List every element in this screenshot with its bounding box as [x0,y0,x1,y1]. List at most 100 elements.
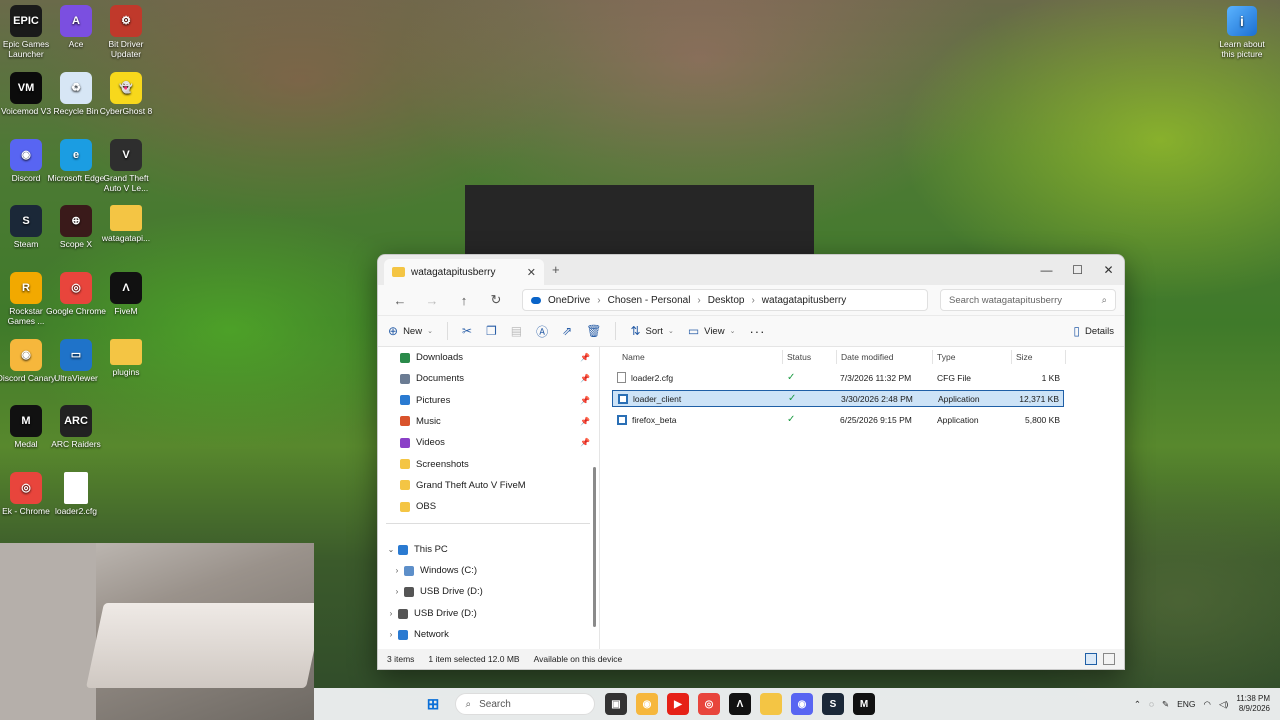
file-explorer-icon[interactable] [760,693,782,715]
nav-item[interactable]: Videos 📌 [378,432,590,453]
clock[interactable]: 11:38 PM 8/9/2026 [1236,694,1270,715]
breadcrumb-2[interactable]: Desktop [708,295,745,306]
desktop-icon-14[interactable]: Λ FiveM [96,272,156,317]
file-row[interactable]: loader2.cfg ✓ 7/3/2026 11:32 PM CFG File 1 K… [612,369,1064,386]
nav-item[interactable]: Downloads 📌 [378,347,590,368]
language-indicator[interactable]: ENG [1177,699,1195,709]
task-view-icon[interactable]: ▣ [605,693,627,715]
sort-button[interactable]: ⇅ Sort ⌄ [630,324,673,338]
view-button[interactable]: ▭ View ⌄ [688,324,736,338]
nav-item[interactable]: OBS [378,496,590,517]
column-divider[interactable] [836,350,837,364]
tiles-view-icon[interactable] [1103,653,1115,665]
desktop-icon-22[interactable]: loader2.cfg [46,472,106,517]
more-options-icon[interactable]: ··· [749,324,765,339]
details-button[interactable]: ▯ Details [1073,324,1114,338]
nav-item[interactable]: Documents 📌 [378,368,590,389]
cut-icon[interactable]: ✂ [462,324,472,338]
file-name: loader2.cfg [631,372,674,383]
steam-icon: S [10,205,42,237]
column-divider[interactable] [1011,350,1012,364]
discord-canary-icon[interactable]: ◉ [636,693,658,715]
column-type[interactable]: Type [937,347,955,367]
desktop-icon-19[interactable]: ARC ARC Raiders [46,405,106,450]
nav-item[interactable]: Grand Theft Auto V FiveM [378,475,590,496]
tab-watagatapitusberry[interactable]: watagatapitusberry ✕ [384,259,544,285]
maximize-button[interactable]: ☐ [1062,255,1093,285]
network-icon[interactable]: ◌ [1149,699,1154,709]
youtube-icon[interactable]: ▶ [667,693,689,715]
medal-icon[interactable]: M [853,693,875,715]
chevron-up-icon[interactable]: ⌃ [1134,699,1141,710]
tree-item[interactable]: ⌄ This PC [378,539,590,560]
info-icon: i [1227,6,1257,36]
rockstar-icon: R [10,272,42,304]
desktop-icon-11[interactable]: watagatapi... [96,205,156,244]
up-button[interactable]: ↑ [450,288,478,312]
chevron-right-icon[interactable]: › [384,630,398,639]
breadcrumb-0[interactable]: OneDrive [548,295,590,306]
nav-scrollbar[interactable] [593,467,596,627]
spotlight-label: Learn about this picture [1219,39,1265,59]
nav-item[interactable]: Screenshots [378,454,590,475]
new-tab-button[interactable]: + [552,262,560,277]
fivem-icon[interactable]: Λ [729,693,751,715]
desktop-icon-2[interactable]: ⚙ Bit Driver Updater [96,5,156,60]
paste-icon[interactable]: ▤ [511,324,522,338]
nav-item[interactable]: Pictures 📌 [378,390,590,411]
copy-icon[interactable]: ❐ [486,324,497,338]
column-status[interactable]: Status [787,347,811,367]
chevron-right-icon[interactable]: › [390,566,404,575]
speaker-icon[interactable]: ◁) [1219,699,1228,710]
address-bar[interactable]: OneDrive › Chosen - Personal › Desktop ›… [522,289,928,311]
column-name[interactable]: Name [622,347,645,367]
steam-icon[interactable]: S [822,693,844,715]
column-size[interactable]: Size [1016,347,1033,367]
breadcrumb-3[interactable]: watagatapitusberry [762,295,847,306]
learn-about-picture[interactable]: i Learn about this picture [1218,6,1266,59]
chevron-right-icon[interactable]: › [390,587,404,596]
share-icon[interactable]: ⇗ [562,324,572,338]
close-button[interactable]: ✕ [1093,255,1124,285]
close-tab-icon[interactable]: ✕ [527,266,536,279]
file-date: 3/30/2026 2:48 PM [841,393,913,404]
delete-icon[interactable]: 🗑 [586,324,601,338]
new-button[interactable]: ⊕ New ⌄ [388,324,433,338]
column-divider[interactable] [782,350,783,364]
taskbar-search[interactable]: ⌕ Search [454,693,595,715]
chevron-down-icon[interactable]: ⌄ [384,545,398,554]
start-button[interactable]: ⊞ [422,693,444,715]
details-view-icon[interactable] [1085,653,1097,665]
column-divider[interactable] [1065,350,1066,364]
file-row[interactable]: firefox_beta ✓ 6/25/2026 9:15 PM Applicatio… [612,411,1064,428]
desktop-icon-5[interactable]: 👻 CyberGhost 8 [96,72,156,117]
column-date[interactable]: Date modified [841,347,893,367]
search-input[interactable]: Search watagatapitusberry ⌕ [940,289,1116,311]
recycle-bin-icon: ♻ [60,72,92,104]
desktop-icon-8[interactable]: V Grand Theft Auto V Le... [96,139,156,194]
tree-item[interactable]: › USB Drive (D:) [378,603,590,624]
nav-item-label: OBS [416,501,437,513]
discord-icon[interactable]: ◉ [791,693,813,715]
wifi-icon[interactable]: ◠ [1204,699,1211,710]
availability-status: Available on this device [533,654,623,664]
chevron-right-icon[interactable]: › [384,609,398,618]
tree-item-icon [404,586,414,597]
tree-item[interactable]: › Windows (C:) [378,560,590,581]
nav-item[interactable]: Music 📌 [378,411,590,432]
rename-icon[interactable]: Ⓐ [536,323,548,340]
ace-icon: A [60,5,92,37]
forward-button[interactable]: → [418,288,446,312]
file-row[interactable]: loader_client ✓ 3/30/2026 2:48 PM Applicati… [612,390,1064,407]
back-button[interactable]: ← [386,288,414,312]
tree-item[interactable]: › Network [378,624,590,645]
pen-icon[interactable]: ✎ [1162,699,1169,710]
minimize-button[interactable]: — [1031,255,1062,285]
column-divider[interactable] [932,350,933,364]
breadcrumb-1[interactable]: Chosen - Personal [608,295,691,306]
tree-item[interactable]: › USB Drive (D:) [378,581,590,602]
desktop-icon-17[interactable]: plugins [96,339,156,378]
refresh-button[interactable]: ↻ [482,288,510,312]
selection-info: 1 item selected 12.0 MB [428,654,520,664]
chrome-icon[interactable]: ◎ [698,693,720,715]
